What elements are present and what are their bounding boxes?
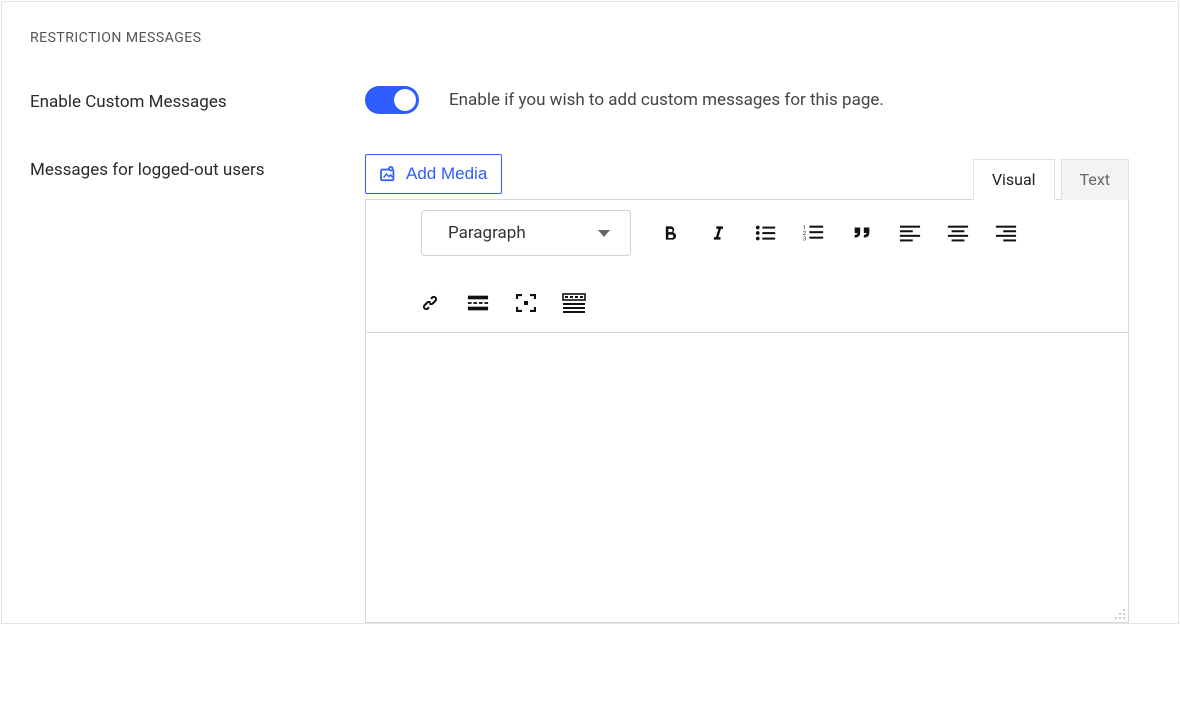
enable-custom-description: Enable if you wish to add custom message… [449,90,884,110]
align-right-button[interactable] [987,214,1025,252]
logged-out-label: Messages for logged-out users [30,154,365,180]
editor: Add Media Visual Text Paragraph [365,154,1129,623]
restriction-messages-panel: RESTRICTION MESSAGES Enable Custom Messa… [1,1,1179,624]
editor-textarea[interactable] [366,333,1128,622]
bullet-list-button[interactable] [747,214,785,252]
read-more-button[interactable] [459,284,497,322]
numbered-list-button[interactable]: 1 2 3 [795,214,833,252]
svg-text:3: 3 [803,236,806,242]
toolbar-toggle-button[interactable] [555,284,593,322]
format-select[interactable]: Paragraph [421,210,631,256]
toggle-knob [394,89,416,111]
media-icon [380,166,398,182]
chevron-down-icon [598,230,610,237]
section-title: RESTRICTION MESSAGES [30,30,1150,46]
format-select-label: Paragraph [448,223,526,243]
add-media-label: Add Media [406,164,487,184]
editor-toolbar: Paragraph [365,199,1129,333]
enable-custom-toggle[interactable] [365,86,419,114]
logged-out-row: Messages for logged-out users Add Media [30,154,1150,623]
editor-content-area[interactable] [365,333,1129,623]
align-left-button[interactable] [891,214,929,252]
italic-button[interactable] [699,214,737,252]
tab-visual[interactable]: Visual [973,159,1055,200]
enable-custom-label: Enable Custom Messages [30,86,365,112]
add-media-button[interactable]: Add Media [365,154,502,194]
editor-tabs: Visual Text [973,159,1129,200]
bold-button[interactable] [651,214,689,252]
tab-text[interactable]: Text [1061,159,1129,200]
fullscreen-button[interactable] [507,284,545,322]
align-center-button[interactable] [939,214,977,252]
enable-custom-row: Enable Custom Messages Enable if you wis… [30,86,1150,114]
link-button[interactable] [411,284,449,322]
blockquote-button[interactable] [843,214,881,252]
